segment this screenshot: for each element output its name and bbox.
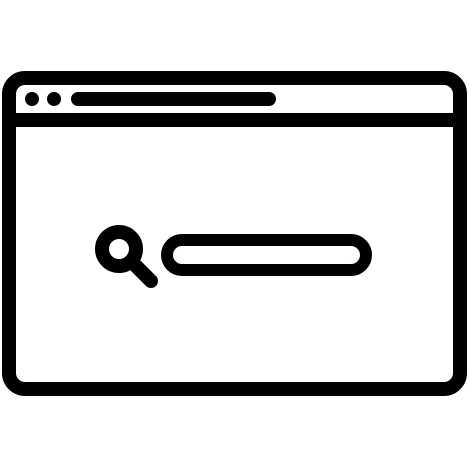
browser-search-icon-svg — [2, 71, 467, 396]
search-field-icon — [161, 234, 372, 276]
window-dot-1 — [25, 92, 39, 106]
window-dot-2 — [47, 92, 61, 106]
browser-search-icon — [0, 0, 469, 469]
